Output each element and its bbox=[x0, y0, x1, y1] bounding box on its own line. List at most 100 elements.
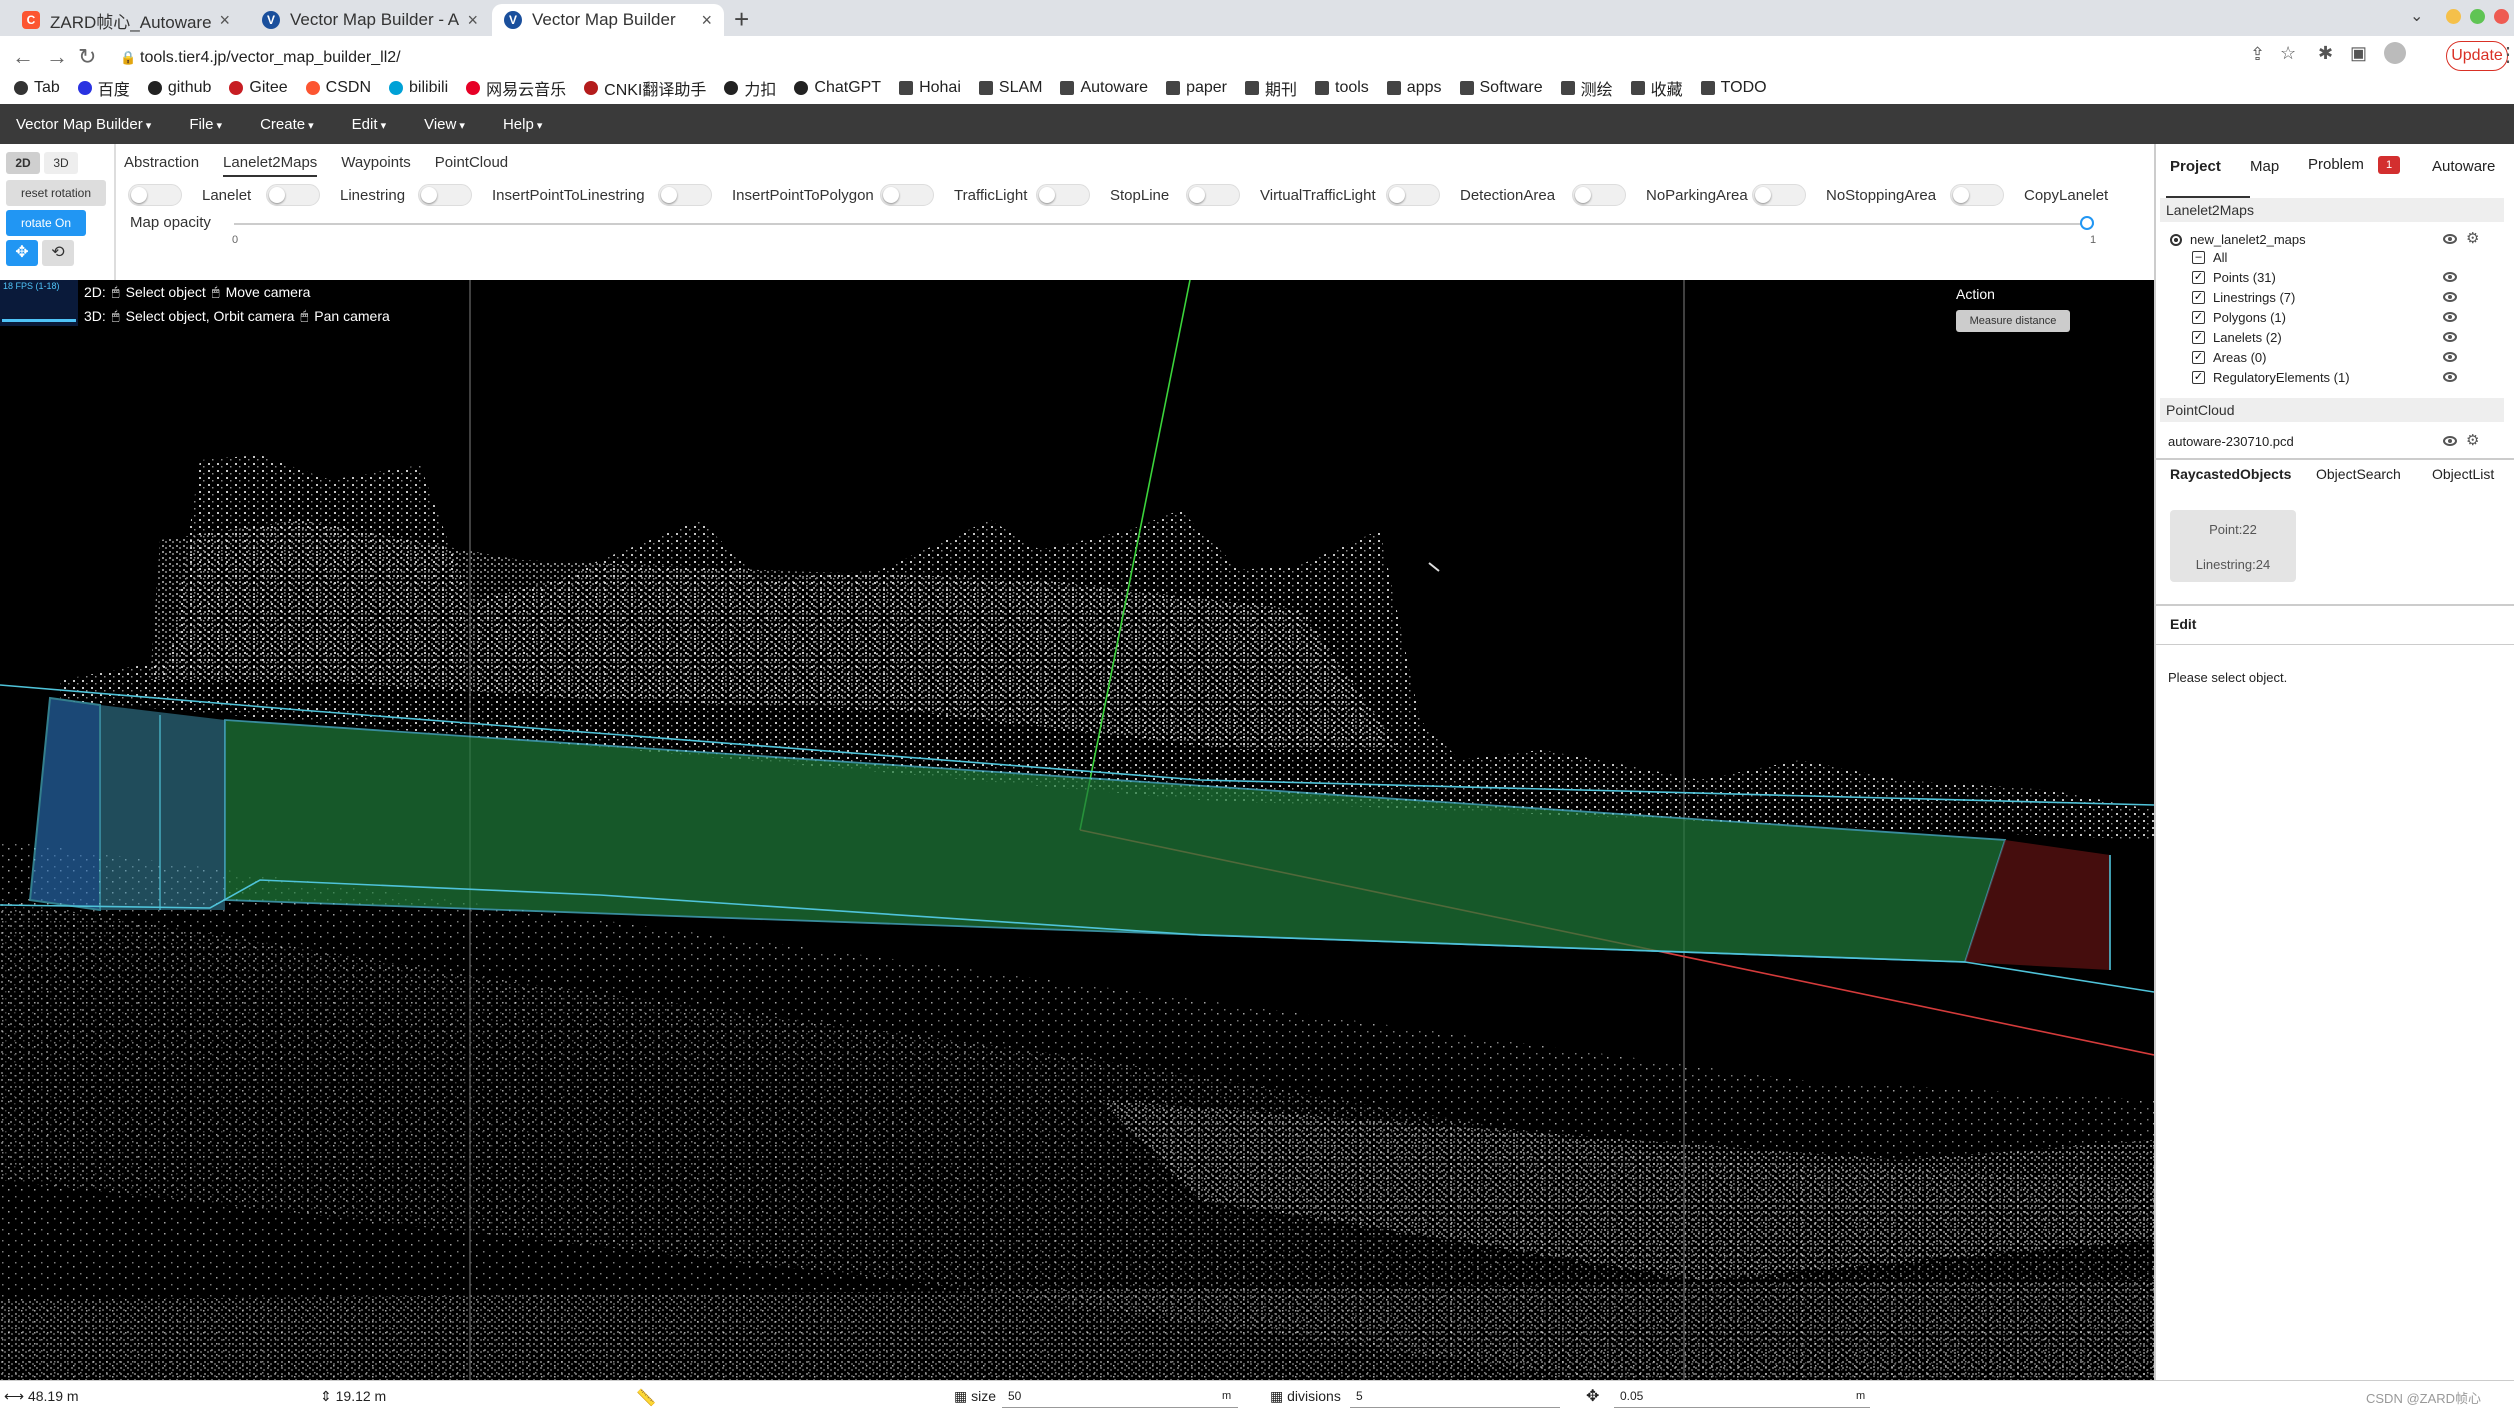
tab-object-list[interactable]: ObjectList bbox=[2432, 466, 2494, 482]
toggle-lanelet[interactable]: Lanelet bbox=[128, 184, 269, 206]
reset-rotation-button[interactable]: reset rotation bbox=[6, 180, 106, 206]
layer-row-6[interactable]: ✓ RegulatoryElements (1) bbox=[2192, 370, 2350, 385]
point-cloud-scene[interactable] bbox=[0, 280, 2154, 1380]
toggle-nostoppingarea[interactable]: NoStoppingArea bbox=[1752, 184, 1954, 206]
close-tab-icon[interactable]: × bbox=[467, 10, 478, 31]
bookmark-18[interactable]: 测绘 bbox=[1560, 76, 1613, 100]
toggle-switch[interactable] bbox=[418, 184, 472, 206]
toggle-switch[interactable] bbox=[880, 184, 934, 206]
maximize-window-icon[interactable] bbox=[2470, 9, 2485, 24]
map-opacity-slider-thumb[interactable] bbox=[2080, 216, 2094, 230]
bookmark-star-icon[interactable]: ☆ bbox=[2280, 43, 2296, 64]
subtab-abstraction[interactable]: Abstraction bbox=[124, 154, 199, 177]
layer-checkbox[interactable]: ✓ bbox=[2192, 351, 2205, 364]
new-tab-icon[interactable]: + bbox=[734, 4, 749, 35]
bookmark-16[interactable]: apps bbox=[1386, 79, 1442, 97]
subtab-pointcloud[interactable]: PointCloud bbox=[435, 154, 508, 177]
layer-row-1[interactable]: ✓ Points (31) bbox=[2192, 270, 2276, 285]
raycast-point-item[interactable]: Point:22 bbox=[2170, 522, 2296, 537]
minimize-window-icon[interactable] bbox=[2446, 9, 2461, 24]
measure-distance-button[interactable]: Measure distance bbox=[1956, 310, 2070, 332]
bookmark-12[interactable]: Autoware bbox=[1060, 79, 1148, 97]
grid-divisions-input[interactable]: 5 bbox=[1350, 1384, 1560, 1408]
menu-1[interactable]: File ▾ bbox=[189, 116, 222, 133]
menu-0[interactable]: Vector Map Builder ▾ bbox=[16, 116, 151, 133]
reload-icon[interactable]: ↻ bbox=[78, 44, 96, 70]
browser-tab-csdn[interactable]: C ZARD帧心_Autoware.ai激光雷达 × bbox=[10, 4, 242, 36]
map-opacity-slider-track[interactable] bbox=[234, 216, 2094, 230]
layer-row-0[interactable]: – All bbox=[2192, 250, 2227, 265]
close-tab-icon[interactable]: × bbox=[219, 10, 230, 31]
visibility-eye-icon[interactable] bbox=[2443, 332, 2457, 342]
close-window-icon[interactable] bbox=[2494, 9, 2509, 24]
menu-2[interactable]: Create ▾ bbox=[260, 116, 314, 133]
tab-raycasted-objects[interactable]: RaycastedObjects bbox=[2170, 466, 2291, 482]
layer-row-5[interactable]: ✓ Areas (0) bbox=[2192, 350, 2266, 365]
menu-4[interactable]: View ▾ bbox=[424, 116, 465, 133]
indeterminate-checkbox[interactable]: – bbox=[2192, 251, 2205, 264]
layer-checkbox[interactable]: ✓ bbox=[2192, 371, 2205, 384]
visibility-eye-icon[interactable] bbox=[2443, 352, 2457, 362]
lanelet-start-segment[interactable] bbox=[100, 705, 225, 910]
bookmark-19[interactable]: 收藏 bbox=[1630, 76, 1683, 100]
toggle-virtualtrafficlight[interactable]: VirtualTrafficLight bbox=[1186, 184, 1394, 206]
toggle-detectionarea[interactable]: DetectionArea bbox=[1386, 184, 1573, 206]
toggle-switch[interactable] bbox=[1950, 184, 2004, 206]
orbit-tool-icon[interactable]: ⟲ bbox=[42, 240, 74, 266]
layer-row-3[interactable]: ✓ Polygons (1) bbox=[2192, 310, 2286, 325]
tab-problem[interactable]: Problem bbox=[2308, 156, 2364, 173]
side-panel-icon[interactable]: ▣ bbox=[2350, 43, 2367, 64]
visibility-eye-icon[interactable] bbox=[2443, 272, 2457, 282]
toggle-stopline[interactable]: StopLine bbox=[1036, 184, 1187, 206]
visibility-eye-icon[interactable] bbox=[2443, 234, 2457, 244]
address-bar[interactable]: 🔒 tools.tier4.jp/vector_map_builder_ll2/ bbox=[110, 42, 2230, 74]
toggle-switch[interactable] bbox=[1572, 184, 1626, 206]
forward-icon[interactable]: → bbox=[46, 44, 68, 70]
menu-3[interactable]: Edit ▾ bbox=[352, 116, 386, 133]
tab-object-search[interactable]: ObjectSearch bbox=[2316, 466, 2401, 482]
move-tool-icon[interactable]: ✥ bbox=[6, 240, 38, 266]
mode-3d-button[interactable]: 3D bbox=[44, 152, 78, 174]
layer-row-4[interactable]: ✓ Lanelets (2) bbox=[2192, 330, 2282, 345]
ruler-icon[interactable]: 📏 bbox=[636, 1388, 656, 1408]
tab-autoware[interactable]: Autoware bbox=[2432, 158, 2495, 175]
bookmark-6[interactable]: 网易云音乐 bbox=[466, 76, 566, 100]
toggle-insertpointtopolygon[interactable]: InsertPointToPolygon bbox=[658, 184, 892, 206]
share-icon[interactable]: ⇪ bbox=[2250, 44, 2265, 65]
rotate-on-button[interactable]: rotate On bbox=[6, 210, 86, 236]
browser-tab-vmb[interactable]: V Vector Map Builder × bbox=[492, 4, 724, 36]
crosswalk-area[interactable] bbox=[28, 696, 101, 912]
bookmark-4[interactable]: CSDN bbox=[305, 79, 371, 97]
bookmark-15[interactable]: tools bbox=[1315, 79, 1369, 97]
settings-gear-icon[interactable]: ⚙ bbox=[2466, 431, 2479, 449]
tab-map[interactable]: Map bbox=[2250, 158, 2279, 175]
bookmark-2[interactable]: github bbox=[147, 79, 211, 97]
toggle-linestring[interactable]: Linestring bbox=[266, 184, 423, 206]
visibility-eye-icon[interactable] bbox=[2443, 292, 2457, 302]
bookmark-14[interactable]: 期刊 bbox=[1244, 76, 1297, 100]
toggle-switch[interactable] bbox=[658, 184, 712, 206]
bookmark-7[interactable]: CNKI翻译助手 bbox=[584, 76, 706, 100]
visibility-eye-icon[interactable] bbox=[2443, 312, 2457, 322]
mode-2d-button[interactable]: 2D bbox=[6, 152, 40, 174]
bookmark-17[interactable]: Software bbox=[1459, 79, 1543, 97]
subtab-lanelet2maps[interactable]: Lanelet2Maps bbox=[223, 154, 318, 177]
bookmark-1[interactable]: 百度 bbox=[77, 76, 130, 100]
toggle-trafficlight[interactable]: TrafficLight bbox=[880, 184, 1045, 206]
back-icon[interactable]: ← bbox=[12, 44, 34, 70]
toggle-switch[interactable] bbox=[1752, 184, 1806, 206]
toggle-noparkingarea[interactable]: NoParkingArea bbox=[1572, 184, 1766, 206]
bookmark-5[interactable]: bilibili bbox=[389, 79, 448, 97]
browser-tab-vmb-autoware[interactable]: V Vector Map Builder - Autoware × bbox=[250, 4, 490, 36]
layer-row-2[interactable]: ✓ Linestrings (7) bbox=[2192, 290, 2295, 305]
extensions-icon[interactable]: ✱ bbox=[2318, 43, 2333, 64]
bookmark-9[interactable]: ChatGPT bbox=[794, 79, 881, 97]
settings-gear-icon[interactable]: ⚙ bbox=[2466, 229, 2479, 247]
bookmark-0[interactable]: Tab bbox=[14, 79, 60, 97]
grid-size-input[interactable]: 50 bbox=[1002, 1384, 1238, 1408]
map-viewport[interactable]: 18 FPS (1-18) 2D: 🖱 Select object 🖱 Move… bbox=[0, 280, 2154, 1380]
raycast-linestring-item[interactable]: Linestring:24 bbox=[2170, 557, 2296, 572]
tab-search-chevron-icon[interactable]: ⌄ bbox=[2410, 6, 2423, 26]
toggle-switch[interactable] bbox=[1036, 184, 1090, 206]
visibility-eye-icon[interactable] bbox=[2443, 372, 2457, 382]
